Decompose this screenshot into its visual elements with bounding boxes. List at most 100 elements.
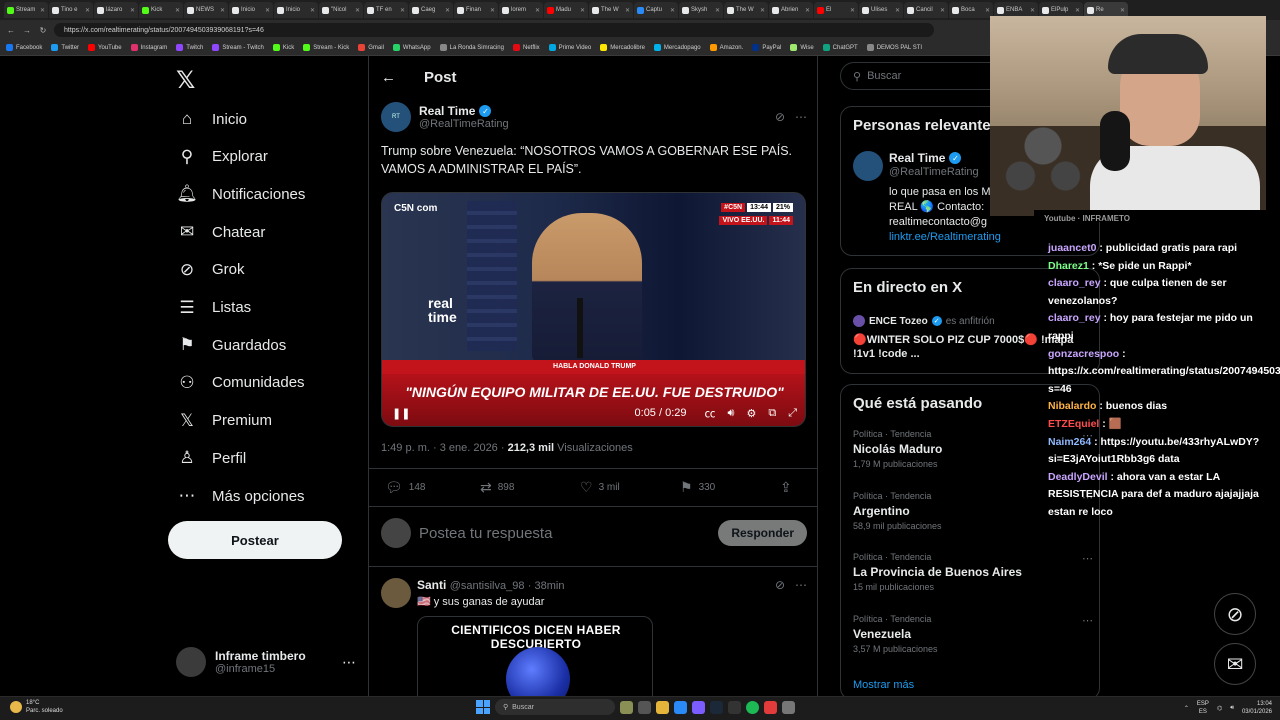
close-icon[interactable]: ✕ — [220, 7, 225, 14]
nav-item-grok[interactable]: ⊘ Grok — [176, 255, 245, 285]
video-player[interactable]: C5N com real time #C5N 13:44 21% VIVO EE.… — [381, 192, 806, 427]
bookmark-item[interactable]: Twitch — [176, 44, 203, 51]
bookmark-item[interactable]: La Ronda Simracing — [439, 44, 504, 51]
close-icon[interactable]: ✕ — [310, 7, 315, 14]
reload-icon[interactable]: ↻ — [38, 26, 48, 35]
browser-tab[interactable]: lázaro ✕ — [94, 2, 138, 18]
nav-item-inicio[interactable]: ⌂ Inicio — [176, 104, 247, 134]
bookmark-item[interactable]: Mercadolibre — [600, 44, 645, 51]
close-icon[interactable]: ✕ — [760, 7, 765, 14]
nav-item-chatear[interactable]: ✉ Chatear — [176, 217, 266, 247]
bookmark-item[interactable]: Kick — [272, 44, 294, 51]
reply-input[interactable]: Postea tu respuesta — [419, 525, 552, 542]
relevant-name[interactable]: Real Time ✓ — [889, 151, 962, 165]
close-icon[interactable]: ✕ — [130, 7, 135, 14]
trend-item[interactable]: Política · Tendencia Venezuela 3,57 M publ… — [853, 614, 1093, 654]
browser-tab[interactable]: Madu ✕ — [544, 2, 588, 18]
reply-image[interactable]: CIENTIFICOS DICEN HABER DESCUBIERTO — [417, 616, 653, 696]
nav-item-listas[interactable]: ☰ Listas — [176, 293, 251, 323]
author-name[interactable]: Real Time ✓ — [419, 104, 509, 118]
bookmark-item[interactable]: YouTube — [88, 44, 122, 51]
more-icon[interactable]: ⋯ — [342, 654, 356, 671]
browser-tab[interactable]: Caeg ✕ — [409, 2, 453, 18]
browser-tab[interactable]: lorem ✕ — [499, 2, 543, 18]
weather-widget[interactable]: 18°C Parc. soleado — [10, 699, 63, 715]
task-view-icon[interactable] — [638, 700, 651, 714]
close-icon[interactable]: ✕ — [355, 7, 360, 14]
nav-item-perfil[interactable]: ♙ Perfil — [176, 443, 246, 473]
discord-icon[interactable] — [692, 700, 705, 714]
more-icon[interactable]: ⋯ — [1082, 614, 1093, 627]
fullscreen-icon[interactable]: ⤢ — [788, 407, 797, 420]
close-icon[interactable]: ✕ — [895, 7, 900, 14]
chevron-up-icon[interactable]: ⌃ — [1184, 705, 1189, 712]
browser-tab[interactable]: Tino e ✕ — [49, 2, 93, 18]
widgets-icon[interactable] — [620, 700, 633, 714]
more-icon[interactable]: ⋯ — [795, 110, 807, 124]
edge-icon[interactable] — [674, 700, 687, 714]
share-action[interactable]: ⇪ — [780, 479, 792, 496]
grok-floating-icon[interactable]: ⊘ — [1214, 593, 1256, 635]
reply-action[interactable]: 💬︎ 148 — [385, 479, 480, 496]
network-icon[interactable]: ⌬ — [1217, 705, 1222, 712]
pip-icon[interactable]: ⧉ — [768, 407, 776, 420]
nav-item-comunidades[interactable]: ⚇ Comunidades — [176, 368, 304, 398]
close-icon[interactable]: ✕ — [445, 7, 450, 14]
browser-tab[interactable]: Captu ✕ — [634, 2, 678, 18]
bookmark-item[interactable]: Facebook — [6, 44, 42, 51]
avatar[interactable] — [853, 151, 883, 181]
browser-tab[interactable]: TF en ✕ — [364, 2, 408, 18]
close-icon[interactable]: ✕ — [400, 7, 405, 14]
bookmark-item[interactable]: Mercadopago — [653, 44, 701, 51]
taskbar-search[interactable]: ⚲ Buscar — [495, 699, 615, 715]
language-indicator[interactable]: ESP ES — [1197, 700, 1209, 716]
explorer-icon[interactable] — [656, 700, 669, 714]
nav-item-premium[interactable]: 𝕏 Premium — [176, 406, 272, 436]
close-icon[interactable]: ✕ — [1030, 7, 1035, 14]
browser-tab[interactable]: El ✕ — [814, 2, 858, 18]
pause-icon[interactable]: ❚❚ — [392, 407, 410, 420]
like-action[interactable]: ♡ 3 mil — [580, 479, 680, 496]
back-arrow-icon[interactable]: ← — [381, 69, 396, 86]
bookmark-action[interactable]: ⚑ 330 — [680, 479, 780, 496]
close-icon[interactable]: ✕ — [625, 7, 630, 14]
browser-tab[interactable]: Inicio ✕ — [229, 2, 273, 18]
bookmark-item[interactable]: ChatGPT — [822, 44, 858, 51]
browser-tab[interactable]: Abrien ✕ — [769, 2, 813, 18]
reply-button[interactable]: Responder — [718, 520, 807, 546]
captions-icon[interactable]: ㏄ — [705, 405, 716, 421]
close-icon[interactable]: ✕ — [715, 7, 720, 14]
avatar[interactable] — [381, 578, 411, 608]
bookmark-item[interactable]: Prime Video — [548, 44, 591, 51]
volume-icon[interactable]: 🔊︎ — [728, 407, 735, 420]
close-icon[interactable]: ✕ — [580, 7, 585, 14]
bookmark-item[interactable]: Wise — [790, 44, 814, 51]
nav-item-m-s-opciones[interactable]: ⋯ Más opciones — [176, 481, 305, 511]
bookmark-item[interactable]: Instagram — [130, 44, 167, 51]
repost-action[interactable]: ⇄ 898 — [480, 479, 580, 496]
browser-tab[interactable]: Cancil ✕ — [904, 2, 948, 18]
close-icon[interactable]: ✕ — [490, 7, 495, 14]
account-switcher[interactable]: Inframe timbero @inframe15 ⋯ — [176, 642, 356, 682]
close-icon[interactable]: ✕ — [265, 7, 270, 14]
browser-tab[interactable]: Inicio ✕ — [274, 2, 318, 18]
close-icon[interactable]: ✕ — [1075, 7, 1080, 14]
windows-start-icon[interactable] — [476, 700, 490, 714]
close-icon[interactable]: ✕ — [175, 7, 180, 14]
author-handle[interactable]: @RealTimeRating — [419, 118, 509, 130]
post-button[interactable]: Postear — [168, 521, 342, 559]
obs-icon[interactable] — [764, 700, 777, 714]
settings-icon[interactable] — [782, 700, 795, 714]
browser-tab[interactable]: "Nicol ✕ — [319, 2, 363, 18]
x-logo-icon[interactable]: 𝕏 — [176, 66, 195, 95]
url-field[interactable]: https://x.com/realtimerating/status/2007… — [54, 23, 934, 37]
grok-icon[interactable]: ⊘ — [775, 578, 785, 592]
browser-tab[interactable]: The W ✕ — [724, 2, 768, 18]
close-icon[interactable]: ✕ — [805, 7, 810, 14]
browser-tab[interactable]: Stream ✕ — [4, 2, 48, 18]
volume-icon[interactable]: 🔊︎ — [1230, 705, 1234, 712]
close-icon[interactable]: ✕ — [940, 7, 945, 14]
settings-icon[interactable]: ⚙ — [746, 407, 756, 420]
close-icon[interactable]: ✕ — [40, 7, 45, 14]
spotify-icon[interactable] — [746, 700, 759, 714]
